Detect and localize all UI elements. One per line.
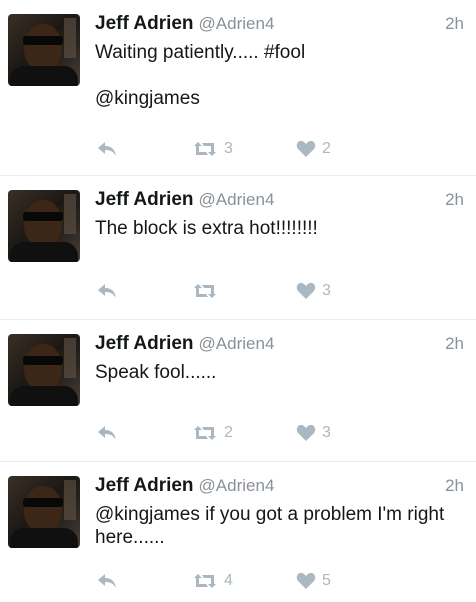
like-button[interactable]: 5: [296, 572, 331, 590]
reply-button[interactable]: [96, 282, 118, 300]
tweet-actions: 3: [0, 282, 476, 306]
reply-button[interactable]: [96, 572, 118, 590]
tweet-actions: 3 2: [0, 140, 476, 164]
author-name[interactable]: Jeff Adrien: [95, 333, 194, 355]
avatar[interactable]: [8, 476, 80, 548]
reply-button[interactable]: [96, 140, 118, 158]
like-button[interactable]: 3: [296, 424, 331, 442]
timestamp[interactable]: 2h: [445, 190, 464, 210]
retweet-count: 3: [224, 140, 233, 157]
author-name[interactable]: Jeff Adrien: [95, 475, 194, 497]
retweet-icon: [194, 574, 216, 588]
tweet[interactable]: Jeff Adrien @Adrien4 2h Waiting patientl…: [0, 0, 476, 176]
like-count: 5: [322, 572, 331, 589]
timestamp[interactable]: 2h: [445, 14, 464, 34]
heart-icon: [296, 424, 316, 441]
retweet-button[interactable]: 4: [192, 572, 233, 590]
like-count: 2: [322, 140, 331, 157]
retweet-icon: [194, 284, 216, 298]
retweet-button[interactable]: 3: [192, 140, 233, 158]
reply-icon: [98, 142, 116, 156]
like-count: 3: [322, 424, 331, 441]
author-name[interactable]: Jeff Adrien: [95, 189, 194, 211]
tweet[interactable]: Jeff Adrien @Adrien4 2h Speak fool......…: [0, 320, 476, 462]
retweet-icon: [194, 142, 216, 156]
heart-icon: [296, 282, 316, 299]
retweet-count: 2: [224, 424, 233, 441]
heart-icon: [296, 572, 316, 589]
retweet-button[interactable]: 2: [192, 424, 233, 442]
timestamp[interactable]: 2h: [445, 334, 464, 354]
tweet[interactable]: Jeff Adrien @Adrien4 2h The block is ext…: [0, 176, 476, 320]
author-handle[interactable]: @Adrien4: [199, 190, 275, 210]
tweet-text: Waiting patiently..... #fool @kingjames: [95, 42, 306, 109]
avatar[interactable]: [8, 334, 80, 406]
tweet-actions: 4 5: [0, 572, 476, 596]
timestamp[interactable]: 2h: [445, 476, 464, 496]
retweet-icon: [194, 426, 216, 440]
retweet-count: 4: [224, 572, 233, 589]
tweet[interactable]: Jeff Adrien @Adrien4 2h @kingjames if yo…: [0, 462, 476, 602]
tweet-text: Speak fool......: [95, 362, 217, 383]
like-count: 3: [322, 282, 331, 299]
tweet-text: @kingjames if you got a problem I'm righ…: [95, 504, 445, 548]
reply-icon: [98, 426, 116, 440]
reply-icon: [98, 574, 116, 588]
tweet-actions: 2 3: [0, 424, 476, 448]
author-handle[interactable]: @Adrien4: [199, 476, 275, 496]
avatar[interactable]: [8, 190, 80, 262]
tweet-text: The block is extra hot!!!!!!!!: [95, 218, 318, 239]
avatar[interactable]: [8, 14, 80, 86]
tweet-feed: Jeff Adrien @Adrien4 2h Waiting patientl…: [0, 0, 476, 602]
author-handle[interactable]: @Adrien4: [199, 14, 275, 34]
retweet-button[interactable]: [192, 282, 224, 300]
reply-button[interactable]: [96, 424, 118, 442]
like-button[interactable]: 3: [296, 282, 331, 300]
author-name[interactable]: Jeff Adrien: [95, 13, 194, 35]
reply-icon: [98, 284, 116, 298]
heart-icon: [296, 140, 316, 157]
like-button[interactable]: 2: [296, 140, 331, 158]
author-handle[interactable]: @Adrien4: [199, 334, 275, 354]
